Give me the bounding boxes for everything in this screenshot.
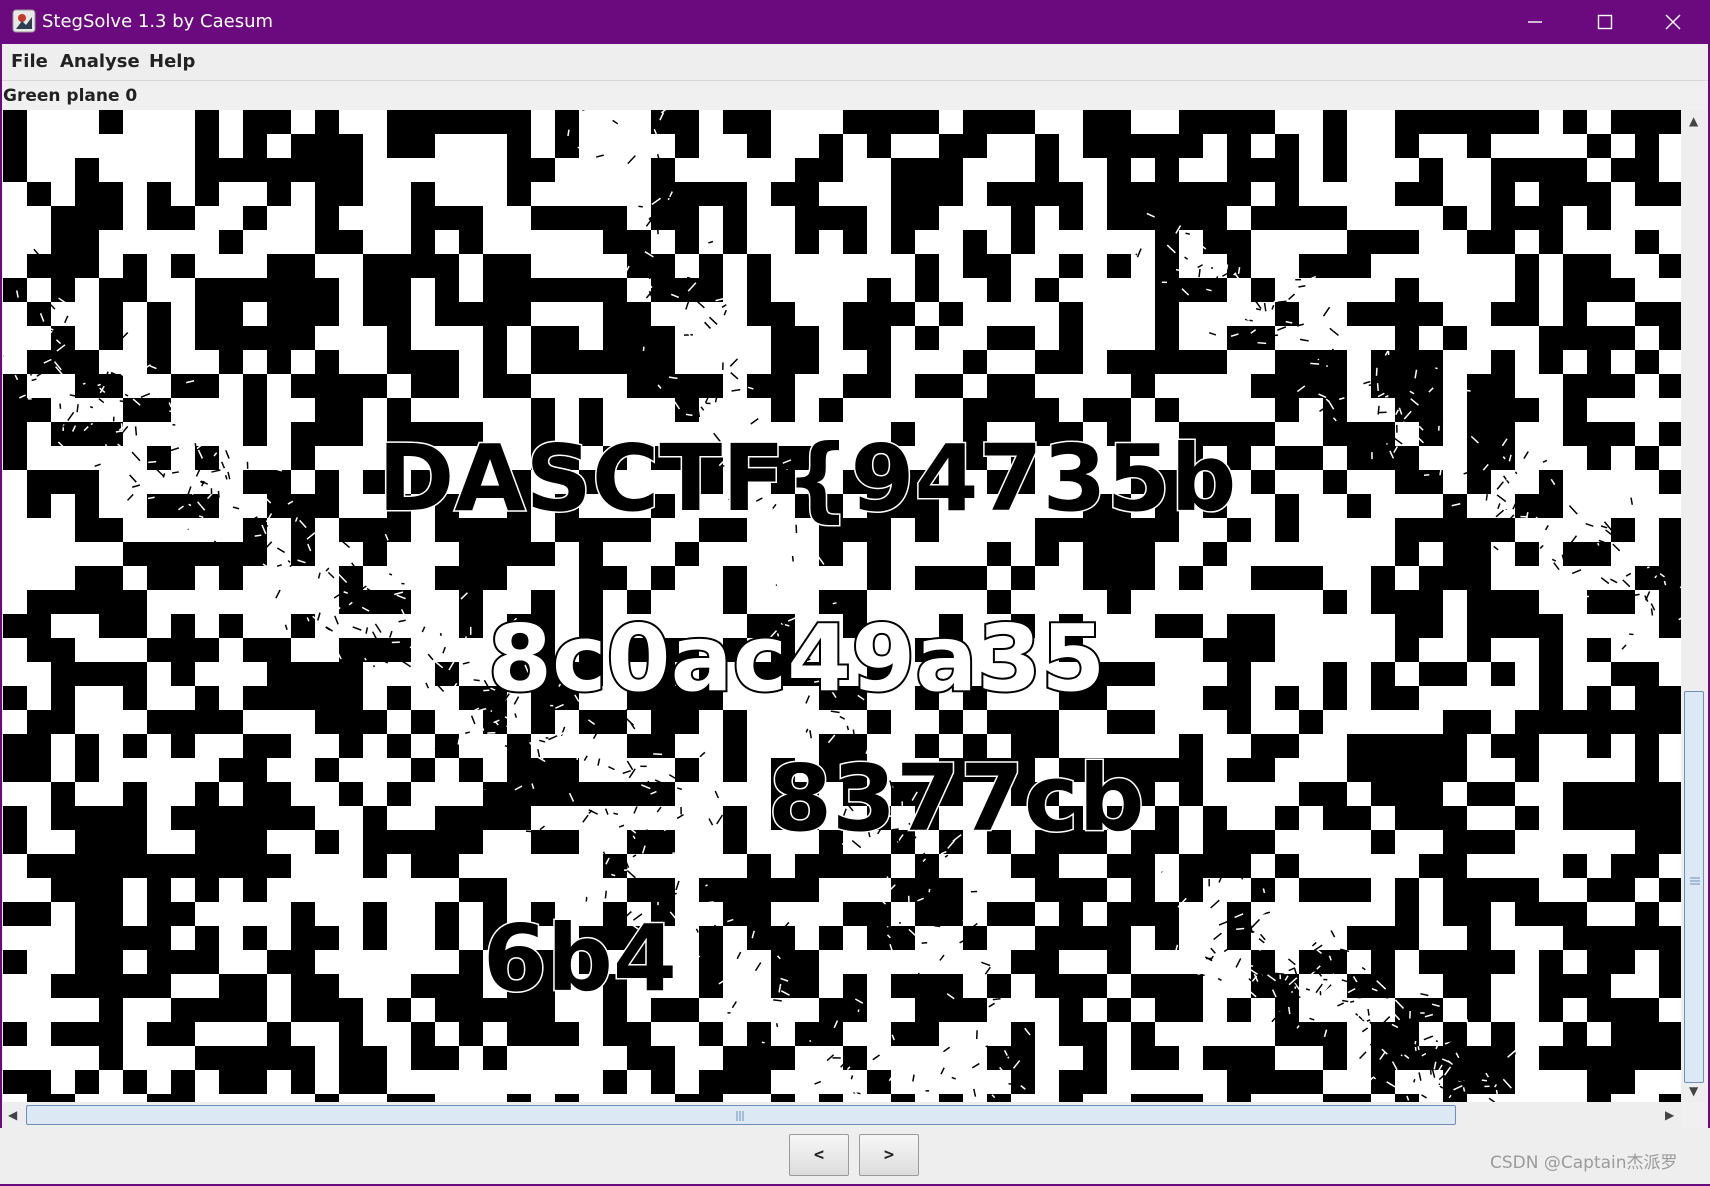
scroll-grip-icon [1690, 877, 1700, 885]
prev-plane-button[interactable]: < [789, 1134, 849, 1176]
maximize-icon [1597, 14, 1613, 30]
app-icon [12, 9, 36, 33]
vertical-scrollbar[interactable]: ▲ ▼ [1681, 110, 1707, 1102]
scroll-up-arrow-icon[interactable]: ▲ [1689, 114, 1698, 128]
hidden-text-line-3: 8377cb [768, 745, 1144, 852]
window-title: StegSolve 1.3 by Caesum [42, 11, 274, 32]
horizontal-scroll-thumb[interactable] [26, 1105, 1456, 1125]
maximize-button[interactable] [1570, 0, 1640, 44]
plane-label: Green plane 0 [3, 86, 138, 106]
close-button[interactable] [1638, 0, 1708, 44]
minimize-button[interactable] [1500, 0, 1570, 44]
footer-panel [0, 1128, 1710, 1186]
hidden-text-line-4: 6b4 [483, 905, 677, 1012]
menu-file[interactable]: File [11, 52, 48, 72]
menu-bar: File Analyse Help [2, 44, 1708, 81]
next-plane-button[interactable]: > [859, 1134, 919, 1176]
minimize-icon [1528, 21, 1542, 23]
scroll-grip-icon [736, 1111, 744, 1121]
scroll-down-arrow-icon[interactable]: ▼ [1689, 1084, 1698, 1098]
scroll-right-arrow-icon[interactable]: ▶ [1665, 1108, 1674, 1122]
image-viewport[interactable]: DASCTF{94735b 8c0ac49a35 8377cb 6b4 [3, 110, 1681, 1102]
hidden-text-line-1: DASCTF{94735b [378, 425, 1236, 532]
title-bar: StegSolve 1.3 by Caesum [0, 0, 1710, 44]
close-icon [1665, 14, 1681, 30]
bit-plane-image: DASCTF{94735b 8c0ac49a35 8377cb 6b4 [3, 110, 1681, 1102]
watermark: CSDN @Captain杰派罗 [1490, 1153, 1678, 1173]
horizontal-scrollbar[interactable]: ◀ ▶ [3, 1102, 1681, 1128]
hidden-text-line-2: 8c0ac49a35 [488, 605, 1105, 712]
scroll-left-arrow-icon[interactable]: ◀ [8, 1108, 17, 1122]
vertical-scroll-thumb[interactable] [1684, 691, 1704, 1083]
menu-analyse[interactable]: Analyse [60, 52, 140, 72]
window-frame-left [0, 44, 2, 1186]
menu-help[interactable]: Help [149, 52, 195, 72]
